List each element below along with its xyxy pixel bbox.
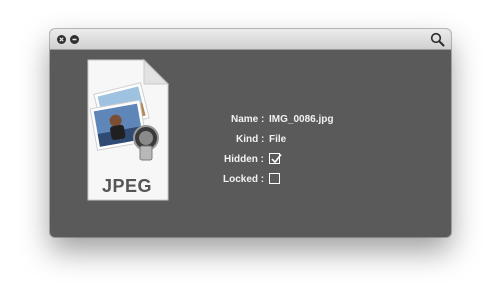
window-content: JPEG Name : IMG_0086.jpg Kind : File Hid…: [50, 50, 451, 237]
hidden-checkbox[interactable]: [269, 153, 282, 164]
close-icon: [59, 37, 64, 42]
minimize-button[interactable]: [70, 35, 79, 44]
hidden-row: Hidden :: [224, 150, 428, 170]
jpeg-file-icon: JPEG: [86, 58, 170, 202]
hidden-label: Hidden :: [224, 154, 264, 165]
checkmark-icon: [271, 154, 282, 164]
name-row: Name : IMG_0086.jpg: [228, 110, 428, 130]
name-label: Name :: [231, 114, 265, 125]
file-type-label: JPEG: [101, 176, 153, 196]
minimize-icon: [72, 38, 77, 41]
title-bar[interactable]: [50, 29, 451, 50]
search-icon[interactable]: [430, 32, 445, 47]
locked-label: Locked :: [223, 174, 265, 185]
close-button[interactable]: [57, 35, 66, 44]
kind-row: Kind : File: [228, 130, 428, 150]
info-window: JPEG Name : IMG_0086.jpg Kind : File Hid…: [50, 29, 451, 237]
name-value: IMG_0086.jpg: [269, 114, 334, 125]
kind-label: Kind :: [236, 134, 265, 145]
kind-value: File: [269, 134, 287, 145]
locked-row: Locked :: [223, 170, 428, 190]
locked-checkbox[interactable]: [269, 173, 280, 184]
file-info-panel: Name : IMG_0086.jpg Kind : File Hidden :…: [223, 110, 428, 190]
